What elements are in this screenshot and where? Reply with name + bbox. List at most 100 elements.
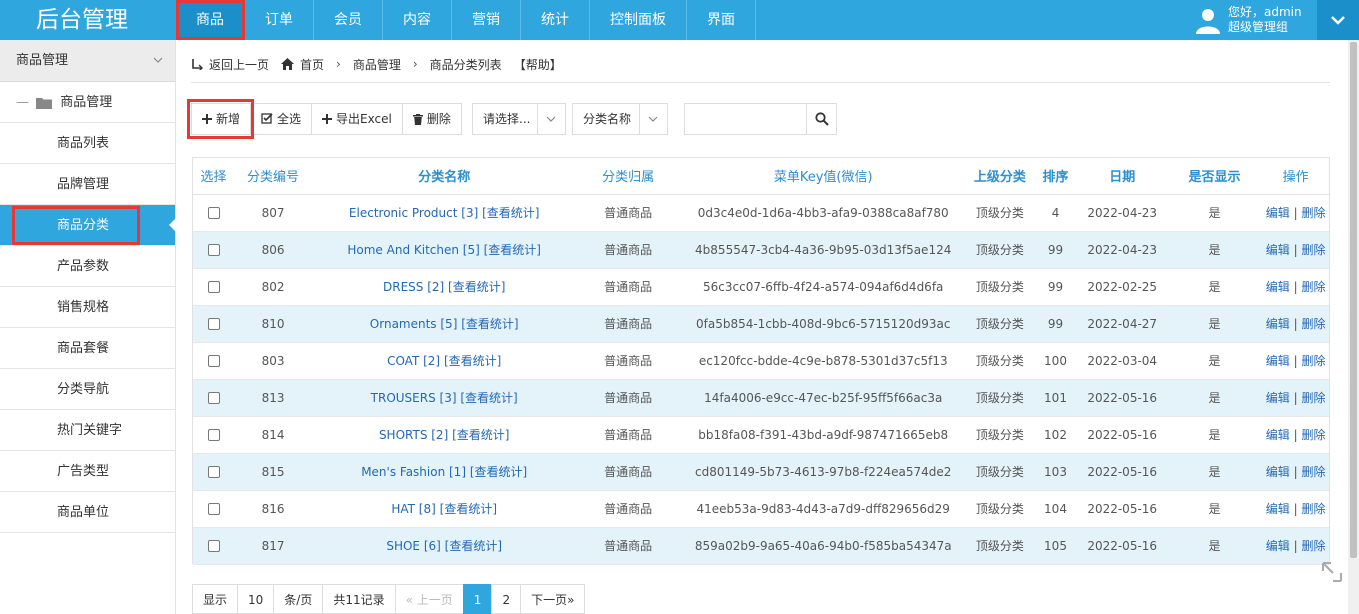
category-name-link[interactable]: SHORTS [2] (379, 428, 448, 442)
menu-toggle-button[interactable] (1317, 0, 1359, 40)
filter-select-1[interactable]: 请选择... (472, 103, 566, 135)
sidebar-header[interactable]: 商品管理 (0, 40, 175, 82)
row-actions: 编辑 | 删除 (1262, 342, 1329, 380)
view-stats-link[interactable]: [查看统计] (460, 391, 517, 405)
select-all-button[interactable]: 全选 (250, 103, 312, 135)
view-stats-link[interactable]: [查看统计] (470, 465, 527, 479)
col-header-name[interactable]: 分类名称 (311, 158, 577, 195)
row-checkbox[interactable] (207, 392, 220, 404)
category-name-link[interactable]: Electronic Product [3] (349, 206, 478, 220)
category-name-link[interactable]: Home And Kitchen [5] (347, 243, 479, 257)
category-name-link[interactable]: Men's Fashion [1] (361, 465, 466, 479)
category-name-link[interactable]: HAT [8] (391, 502, 435, 516)
search-input[interactable] (684, 103, 806, 135)
row-checkbox[interactable] (207, 281, 220, 293)
help-link[interactable]: 【帮助】 (514, 56, 562, 73)
view-stats-link[interactable]: [查看统计] (445, 539, 502, 553)
edit-link[interactable]: 编辑 (1266, 391, 1290, 405)
col-header-date[interactable]: 日期 (1077, 158, 1167, 195)
edit-link[interactable]: 编辑 (1266, 502, 1290, 516)
sidebar-item-hot-keywords[interactable]: 热门关键字 (0, 410, 175, 451)
view-stats-link[interactable]: [查看统计] (482, 206, 539, 220)
category-name-link[interactable]: SHOE [6] (386, 539, 440, 553)
view-stats-link[interactable]: [查看统计] (440, 502, 497, 516)
row-checkbox[interactable] (207, 429, 220, 441)
col-header-show[interactable]: 是否显示 (1166, 158, 1263, 195)
prev-page-button[interactable]: « 上一页 (394, 584, 463, 614)
delete-link[interactable]: 删除 (1301, 243, 1325, 257)
sidebar-item-category-nav[interactable]: 分类导航 (0, 369, 175, 410)
delete-button[interactable]: 删除 (401, 103, 462, 135)
sidebar-item-brand[interactable]: 品牌管理 (0, 164, 175, 205)
filter-select-category-name[interactable]: 分类名称 (572, 103, 668, 135)
view-stats-link[interactable]: [查看统计] (448, 280, 505, 294)
user-box[interactable]: 您好，admin 超级管理组 (1190, 0, 1317, 40)
delete-link[interactable]: 删除 (1301, 539, 1325, 553)
scrollbar-thumb[interactable] (1350, 42, 1357, 558)
edit-link[interactable]: 编辑 (1266, 243, 1290, 257)
tab-stats[interactable]: 统计 (521, 0, 590, 40)
view-stats-link[interactable]: [查看统计] (461, 317, 518, 331)
row-checkbox[interactable] (207, 355, 220, 367)
category-name-link[interactable]: COAT [2] (387, 354, 440, 368)
col-header-parent[interactable]: 上级分类 (966, 158, 1034, 195)
delete-link[interactable]: 删除 (1301, 354, 1325, 368)
sidebar-group-products[interactable]: — 商品管理 (0, 82, 175, 123)
tab-orders[interactable]: 订单 (245, 0, 314, 40)
page-2-button[interactable]: 2 (491, 584, 521, 614)
page-1-button[interactable]: 1 (462, 584, 492, 614)
add-button[interactable]: 新增 (186, 99, 255, 139)
back-link[interactable]: 返回上一页 (191, 56, 269, 73)
delete-link[interactable]: 删除 (1301, 206, 1325, 220)
delete-link[interactable]: 删除 (1301, 280, 1325, 294)
table-row: 816 HAT [8] [查看统计] 普通商品 41eeb53a-9d83-4d43-… (193, 490, 1329, 528)
tab-marketing[interactable]: 营销 (452, 0, 521, 40)
delete-link[interactable]: 删除 (1301, 465, 1325, 479)
edit-link[interactable]: 编辑 (1266, 465, 1290, 479)
delete-link[interactable]: 删除 (1301, 317, 1325, 331)
row-checkbox[interactable] (207, 503, 220, 515)
sidebar-item-bundles[interactable]: 商品套餐 (0, 328, 175, 369)
category-name-link[interactable]: Ornaments [5] (370, 317, 458, 331)
tab-members[interactable]: 会员 (314, 0, 383, 40)
row-checkbox[interactable] (207, 207, 220, 219)
resize-icon[interactable] (1321, 561, 1343, 583)
sidebar-item-category[interactable]: 商品分类 (0, 205, 176, 246)
sidebar-item-product-list[interactable]: 商品列表 (0, 123, 175, 164)
view-stats-link[interactable]: [查看统计] (484, 243, 541, 257)
next-page-button[interactable]: 下一页» (520, 584, 586, 614)
sidebar-item-units[interactable]: 商品单位 (0, 492, 175, 533)
row-checkbox[interactable] (207, 540, 220, 552)
col-header-sort[interactable]: 排序 (1033, 158, 1078, 195)
sidebar-item-specs[interactable]: 销售规格 (0, 287, 175, 328)
row-checkbox[interactable] (207, 244, 220, 256)
delete-link[interactable]: 删除 (1301, 502, 1325, 516)
row-checkbox[interactable] (207, 318, 220, 330)
tab-interface[interactable]: 界面 (687, 0, 756, 40)
edit-link[interactable]: 编辑 (1266, 280, 1290, 294)
row-name-cell: Men's Fashion [1] [查看统计] (311, 453, 577, 491)
tab-content[interactable]: 内容 (383, 0, 452, 40)
edit-link[interactable]: 编辑 (1266, 354, 1290, 368)
delete-link[interactable]: 删除 (1301, 428, 1325, 442)
search-button[interactable] (806, 103, 837, 135)
category-name-link[interactable]: TROUSERS [3] (371, 391, 457, 405)
sidebar-item-params[interactable]: 产品参数 (0, 246, 175, 287)
edit-link[interactable]: 编辑 (1266, 539, 1290, 553)
tab-control-panel[interactable]: 控制面板 (590, 0, 687, 40)
page-size-select[interactable]: 10 (237, 584, 274, 614)
tab-products[interactable]: 商品 (176, 0, 245, 40)
export-excel-button[interactable]: 导出Excel (311, 103, 402, 135)
help-label: 【帮助】 (513, 57, 562, 72)
view-stats-link[interactable]: [查看统计] (444, 354, 501, 368)
delete-link[interactable]: 删除 (1301, 391, 1325, 405)
row-checkbox[interactable] (207, 466, 220, 478)
breadcrumb-level1[interactable]: 商品管理 (353, 56, 401, 73)
category-name-link[interactable]: DRESS [2] (383, 280, 444, 294)
breadcrumb-home[interactable]: 首页 (281, 56, 324, 73)
sidebar-item-ad-types[interactable]: 广告类型 (0, 451, 175, 492)
view-stats-link[interactable]: [查看统计] (452, 428, 509, 442)
edit-link[interactable]: 编辑 (1266, 206, 1290, 220)
edit-link[interactable]: 编辑 (1266, 428, 1290, 442)
edit-link[interactable]: 编辑 (1266, 317, 1290, 331)
